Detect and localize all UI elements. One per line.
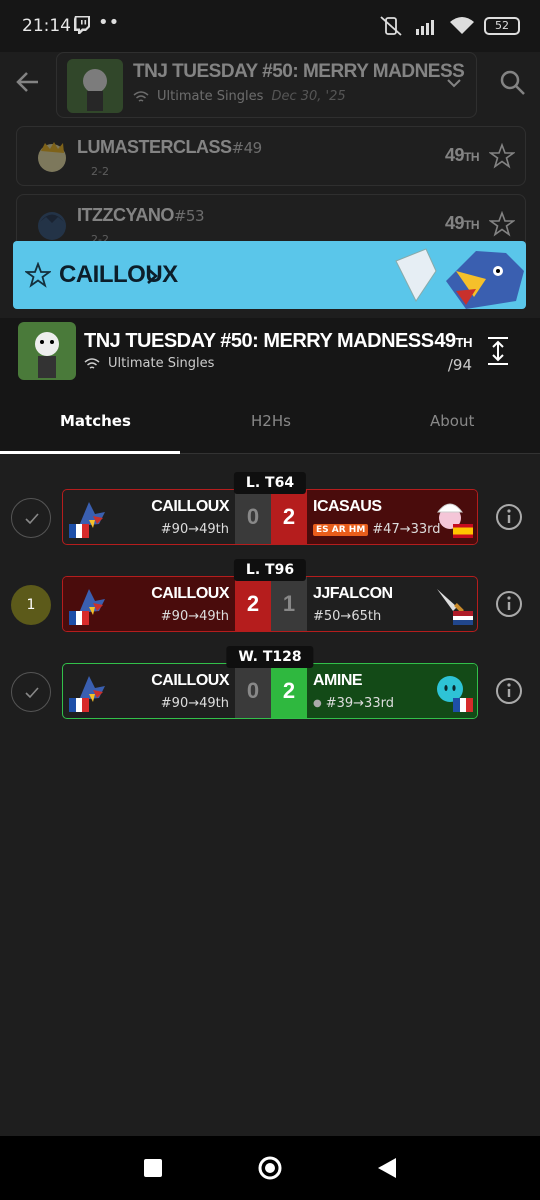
player-name: ITZZCYANO#53 [77, 205, 205, 225]
left-score: 0 [235, 490, 271, 544]
player-tags: ES AR HM [313, 523, 369, 536]
expand-vertical-icon[interactable] [486, 336, 510, 366]
wifi-status-icon [450, 17, 474, 34]
player-banner[interactable]: CAILLOUX [13, 241, 526, 309]
tournament-thumbnail [18, 322, 76, 380]
tab-h2hs[interactable]: H2Hs [251, 412, 291, 430]
player-name: CAILLOUX [151, 498, 229, 515]
flag-france [69, 698, 89, 712]
tab-matches[interactable]: Matches [60, 412, 131, 430]
player-seed: #50→65th [313, 609, 382, 624]
player-avatar [38, 142, 66, 172]
round-label: L. T64 [233, 472, 307, 494]
player-seed: #90→49th [160, 609, 229, 624]
check-icon[interactable] [11, 672, 51, 712]
placement: 49TH [434, 330, 472, 352]
star-icon[interactable] [25, 262, 51, 288]
player-placement: 49TH [444, 213, 480, 233]
player-name: CAILLOUX [59, 261, 178, 288]
match-number-badge: 1 [11, 585, 51, 625]
player-name: CAILLOUX [151, 672, 229, 689]
event-name: Ultimate Singles [108, 356, 215, 371]
twitch-icon [74, 16, 90, 34]
right-player: JJFALCON #50→65th [307, 577, 477, 631]
player-name: LUMASTERCLASS#49 [77, 137, 262, 157]
right-player: ICASAUS ES AR HM #47→33rd [307, 490, 477, 544]
match-row: W. T128 CAILLOUX #90→49th 0 2 AMINE ● #39… [0, 646, 540, 725]
search-icon[interactable] [498, 68, 526, 96]
right-score: 2 [271, 664, 307, 718]
tournament-title: TNJ TUESDAY #50: MERRY MADNESS [84, 330, 434, 352]
left-player: CAILLOUX #90→49th [63, 664, 235, 718]
player-record: 2-2 [91, 165, 109, 178]
left-player: CAILLOUX #90→49th [63, 577, 235, 631]
tournament-subtitle: Ultimate Singles Dec 30, '25 [133, 89, 346, 104]
tab-about[interactable]: About [430, 412, 474, 430]
right-player: AMINE ● #39→33rd [307, 664, 477, 718]
wifi-icon [84, 357, 100, 369]
flag-netherlands [453, 611, 473, 625]
back-arrow-icon[interactable] [14, 68, 42, 96]
tournament-title: TNJ TUESDAY #50: MERRY MADNESS [133, 61, 465, 82]
round-label: W. T128 [226, 646, 314, 668]
player-seed: ● #39→33rd [313, 696, 394, 711]
active-tab-indicator [0, 451, 180, 454]
star-icon[interactable] [489, 211, 515, 237]
flag-france [69, 524, 89, 538]
nav-circle-icon[interactable] [257, 1155, 283, 1181]
right-score: 2 [271, 490, 307, 544]
player-seed: #90→49th [160, 696, 229, 711]
tournament-selector[interactable]: TNJ TUESDAY #50: MERRY MADNESS Ultimate … [56, 52, 477, 118]
system-nav-bar [0, 1136, 540, 1200]
match-row: L. T96 1 CAILLOUX #90→49th 2 1 JJFALCON … [0, 559, 540, 638]
signal-icon [416, 20, 434, 35]
player-name: JJFALCON [313, 585, 393, 602]
status-time: 21:14 [22, 16, 71, 36]
status-icons: 52 [378, 16, 520, 36]
player-avatar [38, 212, 66, 240]
player-name: AMINE [313, 672, 363, 689]
left-score: 0 [235, 664, 271, 718]
player-seed: ES AR HM #47→33rd [313, 522, 441, 537]
chevron-down-icon [447, 79, 461, 88]
match-card[interactable]: CAILLOUX #90→49th 0 2 ICASAUS ES AR HM #4… [62, 489, 478, 545]
info-icon[interactable] [494, 502, 524, 532]
tab-bar: Matches H2Hs About [0, 392, 540, 454]
right-score: 1 [271, 577, 307, 631]
player-name: CAILLOUX [151, 585, 229, 602]
match-row: L. T64 CAILLOUX #90→49th 0 2 ICASAUS ES … [0, 472, 540, 551]
battery-indicator: 52 [484, 17, 520, 35]
star-icon[interactable] [489, 143, 515, 169]
player-seed: #90→49th [160, 522, 229, 537]
tournament-thumbnail [67, 59, 123, 113]
notification-dots: •• [98, 12, 120, 33]
check-icon[interactable] [11, 498, 51, 538]
chevron-right-icon [147, 268, 158, 284]
nav-back-icon[interactable] [376, 1157, 398, 1179]
falco-artwork [395, 248, 524, 309]
entrant-total: /94 [447, 356, 472, 374]
match-card[interactable]: CAILLOUX #90→49th 0 2 AMINE ● #39→33rd [62, 663, 478, 719]
player-name: ICASAUS [313, 498, 382, 515]
info-icon[interactable] [494, 676, 524, 706]
nav-square-icon[interactable] [143, 1158, 163, 1178]
flag-spain [453, 524, 473, 538]
left-player: CAILLOUX #90→49th [63, 490, 235, 544]
round-label: L. T96 [233, 559, 307, 581]
player-placement: 49TH [444, 145, 480, 165]
tournament-date: Dec 30, '25 [271, 89, 346, 104]
match-card[interactable]: CAILLOUX #90→49th 2 1 JJFALCON #50→65th [62, 576, 478, 632]
tournament-info-panel: TNJ TUESDAY #50: MERRY MADNESS Ultimate … [0, 318, 540, 454]
vibrate-off-icon [380, 16, 402, 36]
list-item[interactable]: LUMASTERCLASS#49 2-2 49TH [16, 126, 526, 186]
left-score: 2 [235, 577, 271, 631]
flag-france [453, 698, 473, 712]
flag-france [69, 611, 89, 625]
event-name: Ultimate Singles [157, 89, 264, 104]
info-icon[interactable] [494, 589, 524, 619]
wifi-icon [133, 90, 149, 102]
status-bar: 21:14 •• 52 [0, 0, 540, 52]
tournament-subtitle: Ultimate Singles [84, 356, 214, 371]
